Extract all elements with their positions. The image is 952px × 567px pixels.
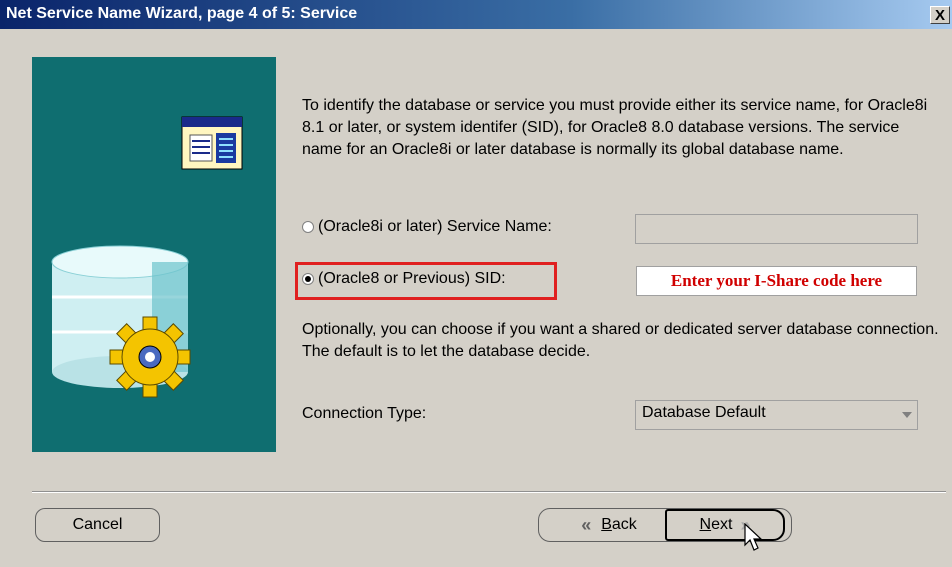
close-icon: X — [934, 7, 945, 24]
intro-text: To identify the database or service you … — [302, 97, 928, 158]
next-label: Next — [699, 516, 733, 533]
service-name-input[interactable] — [635, 214, 918, 244]
wizard-illustration — [32, 57, 276, 452]
dropdown-arrow-icon — [902, 412, 912, 418]
divider — [32, 491, 946, 493]
service-name-option[interactable]: (Oracle8i or later) Service Name: — [302, 218, 552, 236]
window-title: Net Service Name Wizard, page 4 of 5: Se… — [6, 5, 358, 22]
connection-type-label: Connection Type: — [302, 405, 427, 422]
sid-input[interactable]: Enter your I-Share code here — [636, 266, 917, 296]
chevron-left-icon: « — [581, 514, 592, 535]
connection-type-select[interactable]: Database Default — [635, 400, 918, 430]
service-name-radio[interactable] — [302, 221, 314, 233]
sid-radio[interactable] — [302, 273, 314, 285]
document-icon — [181, 116, 243, 170]
back-label: Back — [601, 516, 637, 533]
cancel-label: Cancel — [72, 516, 123, 533]
connection-type-value: Database Default — [642, 404, 766, 421]
cancel-button[interactable]: Cancel — [35, 508, 160, 542]
close-button[interactable]: X — [930, 6, 950, 24]
optional-text: Optionally, you can choose if you want a… — [302, 321, 939, 360]
title-bar: Net Service Name Wizard, page 4 of 5: Se… — [0, 0, 952, 29]
mouse-cursor-icon — [744, 523, 763, 551]
sid-label: (Oracle8 or Previous) SID: — [318, 270, 506, 287]
back-button[interactable]: « Back — [545, 510, 663, 540]
next-button[interactable]: Next » — [665, 509, 785, 541]
wizard-window: Net Service Name Wizard, page 4 of 5: Se… — [0, 0, 952, 567]
gear-icon — [109, 316, 191, 398]
sid-option[interactable]: (Oracle8 or Previous) SID: — [302, 270, 506, 288]
service-name-label: (Oracle8i or later) Service Name: — [318, 218, 552, 235]
